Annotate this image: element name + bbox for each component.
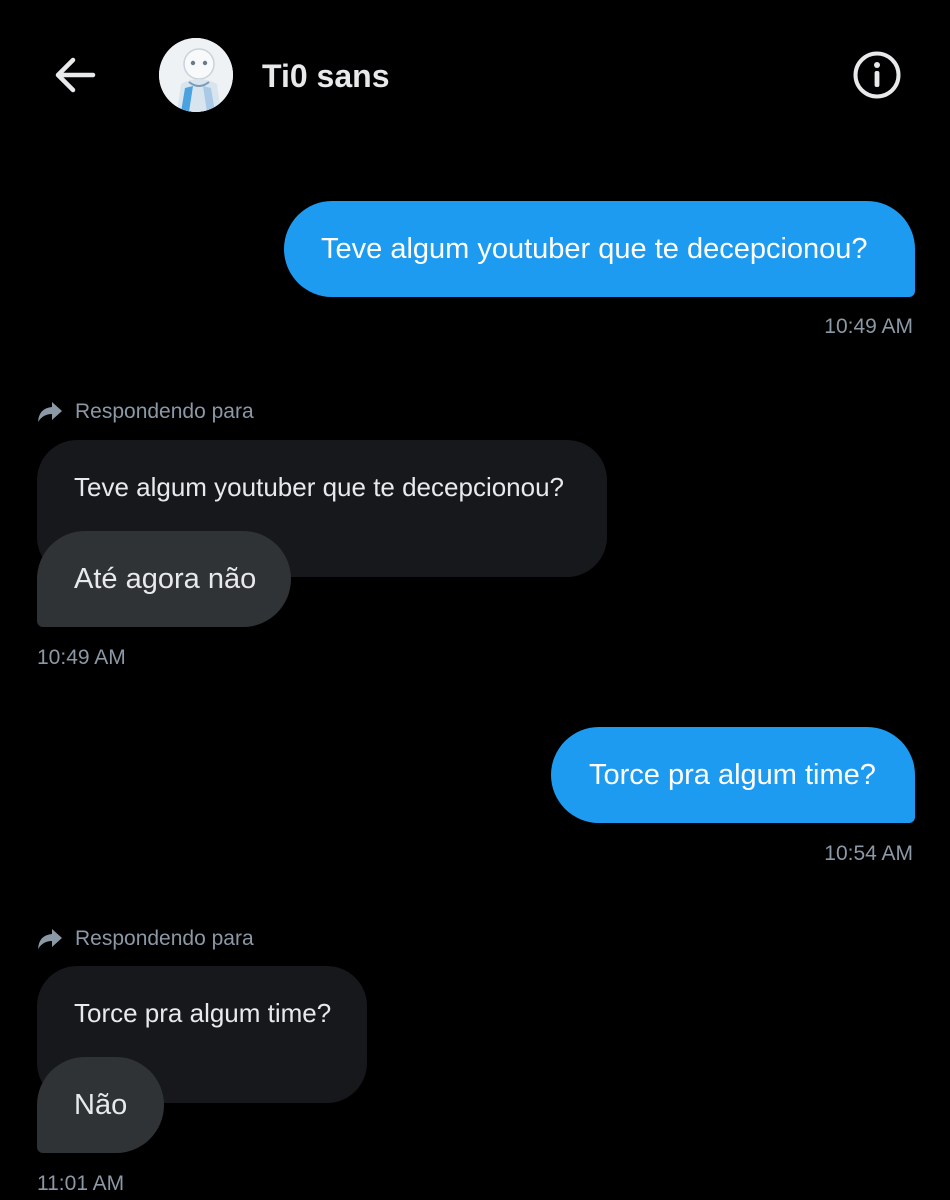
message-timestamp: 11:01 AM: [37, 1172, 125, 1195]
incoming-message-bubble[interactable]: Até agora não: [37, 531, 291, 627]
outgoing-message-bubble[interactable]: Teve algum youtuber que te decepcionou?: [284, 201, 915, 297]
info-button[interactable]: [850, 48, 904, 102]
back-button[interactable]: [48, 50, 102, 100]
arrow-left-icon: [55, 57, 96, 93]
info-circle-icon: [853, 51, 901, 99]
reply-arrow-icon: [38, 402, 62, 422]
outgoing-message-bubble[interactable]: Torce pra algum time?: [551, 727, 915, 823]
incoming-message-bubble[interactable]: Não: [37, 1057, 164, 1153]
reply-label: Respondendo para: [75, 400, 254, 423]
reply-arrow-icon: [38, 929, 62, 949]
quoted-text: Teve algum youtuber que te decepcionou?: [74, 472, 565, 502]
avatar[interactable]: [159, 38, 233, 112]
message-text: Até agora não: [74, 563, 257, 595]
message-timestamp: 10:49 AM: [824, 315, 913, 338]
avatar-image: [159, 38, 233, 112]
message-text: Teve algum youtuber que te decepcionou?: [321, 233, 868, 265]
contact-name[interactable]: Ti0 sans: [262, 56, 389, 96]
message-timestamp: 10:49 AM: [37, 646, 126, 669]
message-text: Não: [74, 1089, 128, 1121]
message-timestamp: 10:54 AM: [824, 842, 913, 865]
reply-label: Respondendo para: [75, 927, 254, 950]
quoted-text: Torce pra algum time?: [74, 998, 332, 1028]
reply-indicator: Respondendo para: [37, 398, 254, 426]
message-text: Torce pra algum time?: [589, 759, 876, 791]
reply-indicator: Respondendo para: [37, 925, 254, 953]
